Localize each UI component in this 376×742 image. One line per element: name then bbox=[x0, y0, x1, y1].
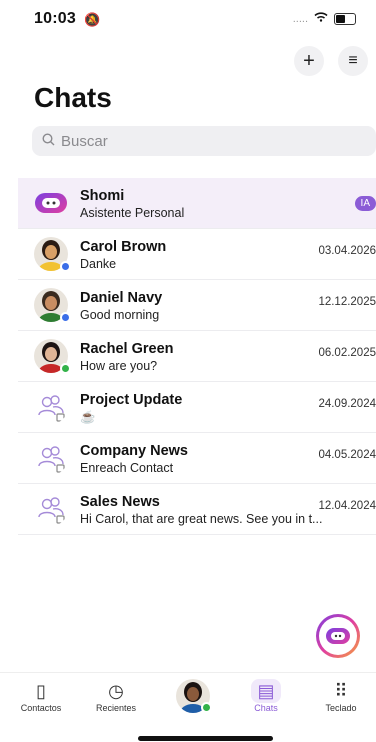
tab-bar: ▯ Contactos ◷ Recientes ▤ Chats ⠿ Teclado bbox=[0, 672, 376, 723]
signal-dots: ..... bbox=[292, 12, 308, 25]
tab-label: Contactos bbox=[20, 703, 62, 713]
chat-name: Shomi bbox=[80, 188, 125, 204]
tab-label: Teclado bbox=[325, 703, 357, 713]
chat-list: Shomi Asistente Personal IA Carol Brown Dank… bbox=[18, 178, 376, 535]
page-title: Chats bbox=[34, 82, 112, 113]
chat-date: 03.04.2026 bbox=[318, 245, 376, 257]
filter-button[interactable]: ≡ bbox=[338, 46, 368, 76]
chat-preview: Asistente Personal bbox=[80, 206, 185, 220]
chat-row[interactable]: Daniel Navy Good morning 12.12.2025 bbox=[18, 280, 376, 331]
assistant-icon bbox=[326, 628, 350, 644]
group-avatar-icon bbox=[34, 390, 68, 424]
chat-preview: Danke bbox=[80, 257, 117, 271]
chats-icon: ▤ bbox=[251, 679, 281, 703]
battery-icon bbox=[334, 12, 356, 25]
recents-icon: ◷ bbox=[108, 681, 124, 701]
ai-badge: IA bbox=[354, 196, 376, 211]
status-time: 10:03 bbox=[34, 10, 76, 27]
chat-row[interactable]: Carol Brown Danke 03.04.2026 bbox=[18, 229, 376, 280]
search-icon bbox=[42, 133, 55, 149]
status-indicators: ..... bbox=[293, 12, 356, 25]
chat-date: 04.05.2024 bbox=[318, 449, 376, 461]
chat-name: Sales News bbox=[80, 494, 160, 510]
presence-indicator bbox=[60, 261, 71, 272]
chat-date: 12.04.2024 bbox=[318, 500, 376, 512]
chat-date: 24.09.2024 bbox=[318, 398, 376, 410]
tab-label: Chats bbox=[254, 703, 278, 713]
chat-preview: Good morning bbox=[80, 308, 160, 322]
chat-row[interactable]: Sales News Hi Carol, that are great news.… bbox=[18, 484, 376, 535]
assistant-fab-button[interactable] bbox=[316, 614, 360, 658]
search-input[interactable]: Buscar bbox=[32, 126, 376, 156]
chat-row[interactable]: Shomi Asistente Personal IA bbox=[18, 178, 376, 229]
chat-row[interactable]: Project Update ☕ 24.09.2024 bbox=[18, 382, 376, 433]
chat-date: 06.02.2025 bbox=[318, 347, 376, 359]
group-avatar-icon bbox=[34, 441, 68, 475]
chat-date: 12.12.2025 bbox=[318, 296, 376, 308]
chat-name: Company News bbox=[80, 443, 188, 459]
profile-avatar bbox=[176, 679, 212, 713]
group-avatar-icon bbox=[34, 492, 68, 526]
silent-bell-icon: 🔕 bbox=[84, 12, 101, 27]
chat-preview: ☕ bbox=[80, 410, 96, 424]
tab-profile[interactable] bbox=[158, 679, 228, 713]
chat-preview: Enreach Contact bbox=[80, 461, 174, 475]
chat-name: Carol Brown bbox=[80, 239, 167, 255]
home-indicator bbox=[138, 736, 273, 741]
tab-chats[interactable]: ▤ Chats bbox=[231, 679, 301, 713]
presence-indicator bbox=[60, 312, 71, 323]
chat-row[interactable]: Rachel Green How are you? 06.02.2025 bbox=[18, 331, 376, 382]
chat-name: Project Update bbox=[80, 392, 183, 408]
chat-preview: Hi Carol, that are great news. See you i… bbox=[80, 512, 323, 526]
presence-indicator bbox=[60, 363, 71, 374]
chat-name: Daniel Navy bbox=[80, 290, 163, 306]
assistant-avatar-icon bbox=[34, 186, 68, 220]
wifi-icon bbox=[314, 12, 328, 25]
tab-teclado[interactable]: ⠿ Teclado bbox=[306, 679, 376, 713]
presence-indicator bbox=[201, 702, 212, 713]
chat-row[interactable]: Company News Enreach Contact 04.05.2024 bbox=[18, 433, 376, 484]
new-chat-button[interactable]: + bbox=[294, 46, 324, 76]
tab-recientes[interactable]: ◷ Recientes bbox=[81, 679, 151, 713]
status-bar: 10:03 🔕 ..... bbox=[0, 0, 376, 40]
filter-icon: ≡ bbox=[348, 52, 358, 69]
tab-label: Recientes bbox=[95, 703, 137, 713]
search-placeholder: Buscar bbox=[61, 132, 108, 150]
tab-contactos[interactable]: ▯ Contactos bbox=[6, 679, 76, 713]
chat-name: Rachel Green bbox=[80, 341, 174, 357]
plus-icon: + bbox=[303, 49, 315, 72]
chat-preview: How are you? bbox=[80, 359, 158, 373]
keypad-icon: ⠿ bbox=[334, 681, 348, 701]
contacts-icon: ▯ bbox=[36, 681, 46, 701]
